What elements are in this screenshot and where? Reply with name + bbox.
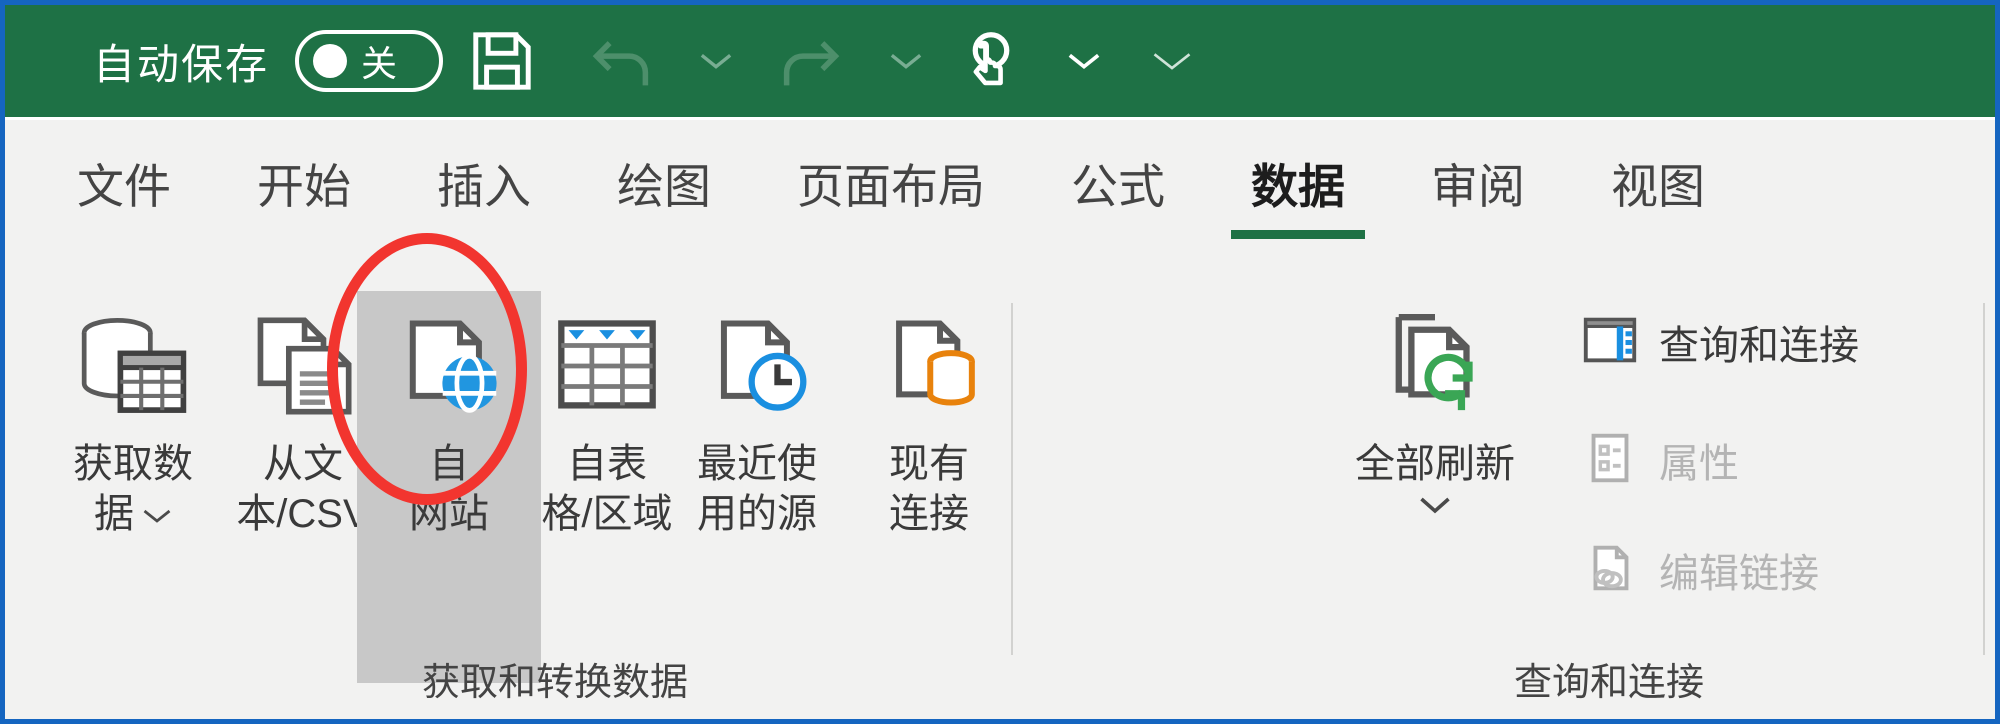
properties-button[interactable]: 属性	[1579, 423, 1739, 497]
chevron-down-icon	[890, 54, 922, 69]
autosave-toggle[interactable]: 关	[295, 30, 444, 92]
ribbon-tab-strip: 文件 开始 插入 绘图 页面布局 公式 数据 审阅 视图	[5, 117, 1995, 277]
tab-insert[interactable]: 插入	[407, 144, 561, 217]
tab-label: 开始	[257, 160, 351, 213]
text-csv-file-icon	[240, 299, 366, 429]
properties-icon	[1579, 427, 1641, 494]
save-icon	[473, 32, 531, 90]
customize-quick-access-toolbar-button[interactable]	[1127, 5, 1217, 117]
refresh-all-icon	[1372, 299, 1498, 429]
queries-and-connections-label: 查询和连接	[1659, 324, 1859, 368]
save-button[interactable]	[443, 5, 561, 117]
undo-dropdown-button[interactable]	[681, 5, 751, 117]
tab-view[interactable]: 视图	[1581, 144, 1735, 217]
chevron-down-icon	[143, 510, 171, 524]
excel-window: 自动保存 关 文件 开始 插入 绘图 页面布局 公式 数据 审阅 视图 获取数 …	[0, 0, 2000, 724]
tab-label: 插入	[437, 160, 531, 213]
ribbon-group-get-transform-data: 获取数 据 从文 本/CSV 自 网站 自表 格/区域 最近使 用的源 现有 连…	[5, 277, 1285, 719]
undo-button[interactable]	[561, 5, 681, 117]
from-table-range-label: 自表 格/区域	[541, 442, 673, 536]
recent-sources-button[interactable]: 最近使 用的源	[665, 291, 849, 539]
tab-home[interactable]: 开始	[227, 144, 381, 217]
autosave-label: 自动保存	[93, 40, 270, 88]
tab-file[interactable]: 文件	[47, 144, 201, 217]
recent-sources-label: 最近使 用的源	[697, 442, 817, 536]
group-label-queries-connections: 查询和连接	[1513, 662, 1704, 704]
web-globe-file-icon	[386, 299, 512, 429]
tab-label: 数据	[1251, 160, 1345, 213]
recent-sources-clock-icon	[694, 299, 820, 429]
redo-icon	[783, 41, 840, 86]
table-range-icon	[544, 299, 670, 429]
touch-pen-mode-icon	[972, 32, 1010, 86]
tab-page-layout[interactable]: 页面布局	[767, 144, 1015, 217]
existing-connections-button[interactable]: 现有 连接	[837, 291, 1021, 539]
tab-review[interactable]: 审阅	[1401, 144, 1555, 217]
queries-pane-icon	[1579, 309, 1641, 376]
ribbon-group-queries-connections: 全部刷新 查询和连接 属性 编辑链接 查询和连接	[1289, 277, 1995, 719]
existing-connections-icon	[866, 299, 992, 429]
chevron-down-icon	[700, 54, 732, 69]
tab-draw[interactable]: 绘图	[587, 144, 741, 217]
edit-links-icon	[1579, 537, 1641, 604]
existing-connections-label: 现有 连接	[889, 442, 969, 536]
touch-mode-dropdown-button[interactable]	[1041, 5, 1127, 117]
autosave-toggle-knob	[313, 44, 348, 78]
chevron-down-icon	[1153, 53, 1191, 70]
chevron-down-icon	[1068, 53, 1100, 70]
get-data-button[interactable]: 获取数 据	[41, 291, 225, 539]
redo-dropdown-button[interactable]	[871, 5, 941, 117]
tab-data[interactable]: 数据	[1221, 144, 1375, 239]
title-bar: 自动保存 关	[5, 5, 1995, 117]
touch-mode-button[interactable]	[941, 5, 1041, 117]
group-divider	[1983, 303, 1985, 655]
refresh-all-dropdown[interactable]	[1417, 495, 1453, 520]
from-web-label: 自 网站	[409, 442, 489, 536]
undo-icon	[592, 41, 649, 86]
autosave-toggle-state: 关	[361, 43, 398, 84]
tab-label: 文件	[77, 160, 171, 213]
group-label-get-transform-data: 获取和转换数据	[421, 662, 688, 704]
from-text-csv-label: 从文 本/CSV	[236, 442, 370, 536]
redo-button[interactable]	[751, 5, 871, 117]
queries-and-connections-button[interactable]: 查询和连接	[1579, 305, 1859, 379]
tab-label: 公式	[1071, 160, 1165, 213]
from-web-button[interactable]: 自 网站	[357, 291, 541, 683]
tab-label: 页面布局	[797, 160, 985, 213]
refresh-all-label: 全部刷新	[1355, 442, 1515, 486]
edit-links-button[interactable]: 编辑链接	[1579, 533, 1819, 607]
tab-label: 视图	[1611, 160, 1705, 213]
get-data-label: 获取数 据	[73, 442, 193, 536]
ribbon-bottom-edge	[5, 713, 1995, 719]
database-table-icon	[70, 299, 196, 429]
chevron-down-icon	[1420, 497, 1450, 514]
tab-formulas[interactable]: 公式	[1041, 144, 1195, 217]
tab-label: 审阅	[1431, 160, 1525, 213]
refresh-all-button[interactable]: 全部刷新	[1317, 291, 1553, 520]
tab-label: 绘图	[617, 160, 711, 213]
properties-label: 属性	[1659, 442, 1739, 486]
ribbon-tabs: 文件 开始 插入 绘图 页面布局 公式 数据 审阅 视图	[5, 120, 1995, 239]
ribbon-content: 获取数 据 从文 本/CSV 自 网站 自表 格/区域 最近使 用的源 现有 连…	[5, 277, 1995, 719]
edit-links-label: 编辑链接	[1659, 552, 1819, 596]
